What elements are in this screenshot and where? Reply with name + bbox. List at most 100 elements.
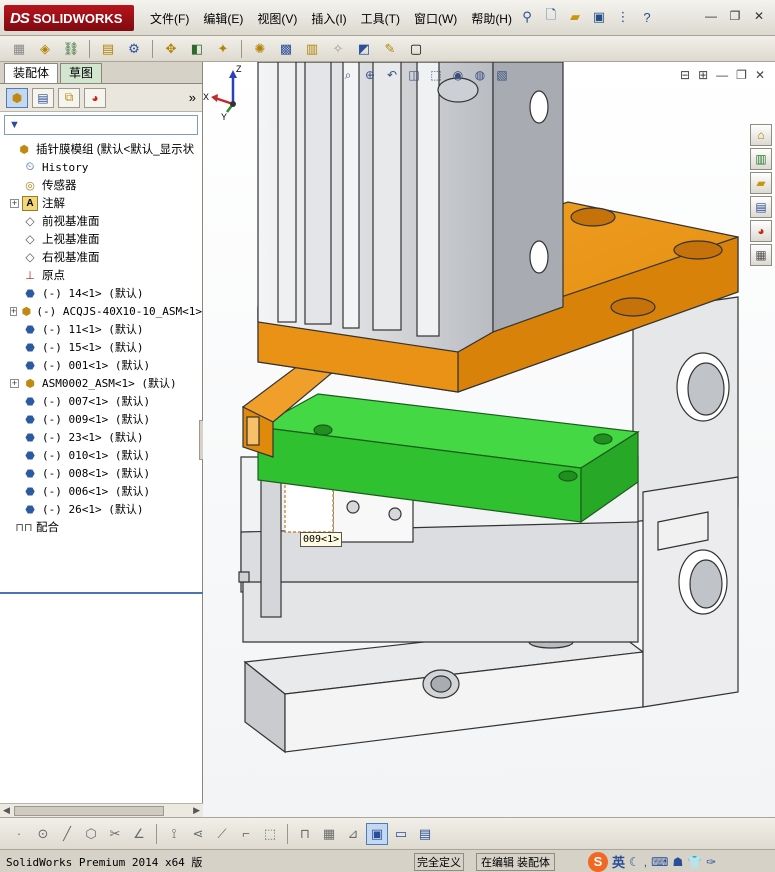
menu-file[interactable]: 文件(F) bbox=[150, 10, 189, 27]
options-icon[interactable]: ⋮ bbox=[614, 8, 632, 26]
tree-node[interactable]: ⬣ (-) 11<1> (默认) bbox=[0, 320, 202, 338]
previous-view-icon[interactable]: ↶ bbox=[383, 66, 401, 84]
single-view-icon[interactable]: ▭ bbox=[390, 823, 412, 845]
viewport-restore-icon[interactable]: ❐ bbox=[736, 68, 747, 82]
skin-icon[interactable]: 👕 bbox=[687, 855, 702, 869]
trim-icon[interactable]: ✂ bbox=[104, 823, 126, 845]
menu-edit[interactable]: 编辑(E) bbox=[203, 10, 243, 27]
smart-dimension-icon[interactable]: ⊓ bbox=[294, 823, 316, 845]
appearance-icon[interactable]: ◍ bbox=[471, 66, 489, 84]
tree-node[interactable]: + A 注解 bbox=[0, 194, 202, 212]
tree-node[interactable]: ◇ 上视基准面 bbox=[0, 230, 202, 248]
restore-icon[interactable]: ❐ bbox=[727, 8, 743, 24]
display-manager-icon[interactable]: ◕ bbox=[84, 87, 106, 108]
split-horizontal-icon[interactable]: ⊟ bbox=[680, 68, 690, 82]
angle-icon[interactable]: ∠ bbox=[128, 823, 150, 845]
tab-assembly[interactable]: 装配体 bbox=[4, 63, 59, 83]
tree-node[interactable]: + ⬢ (-) ACQJS-40X10-10_ASM<1> bbox=[0, 302, 202, 320]
rectangle-icon[interactable]: ⬚ bbox=[259, 823, 281, 845]
tree-node[interactable]: ◇ 右视基准面 bbox=[0, 248, 202, 266]
point-icon[interactable]: · bbox=[8, 823, 30, 845]
pin-icon[interactable]: ⚲ bbox=[518, 8, 536, 26]
tree-node[interactable]: ◎ 传感器 bbox=[0, 176, 202, 194]
line-icon[interactable]: ╱ bbox=[56, 823, 78, 845]
component-pattern-icon[interactable]: ▤ bbox=[97, 39, 119, 59]
custom-properties-icon[interactable]: ▦ bbox=[750, 244, 772, 266]
tree-node[interactable]: ◇ 前视基准面 bbox=[0, 212, 202, 230]
help-icon[interactable]: ? bbox=[638, 8, 656, 26]
solidworks-resources-icon[interactable]: ⌂ bbox=[750, 124, 772, 146]
tree-node[interactable]: ⬣ (-) 006<1> (默认) bbox=[0, 482, 202, 500]
new-document-icon[interactable]: 🗋 bbox=[542, 7, 560, 26]
split-vertical-icon[interactable]: ⊞ bbox=[698, 68, 708, 82]
menu-tools[interactable]: 工具(T) bbox=[361, 10, 400, 27]
tree-node[interactable]: ⊓⊓ 配合 bbox=[0, 518, 202, 536]
exploded-view-icon[interactable]: ✧ bbox=[327, 39, 349, 59]
circle-icon[interactable]: ⊙ bbox=[32, 823, 54, 845]
corner-icon[interactable]: ⌐ bbox=[235, 823, 257, 845]
show-hidden-icon[interactable]: ◧ bbox=[186, 39, 208, 59]
ime-language-toggle[interactable]: 英 bbox=[612, 852, 625, 871]
edit-component-icon[interactable]: ▦ bbox=[8, 39, 30, 59]
expand-toggle-icon[interactable]: + bbox=[10, 306, 18, 316]
user-icon[interactable]: ☗ bbox=[672, 855, 683, 869]
graphics-area[interactable]: ⌕ ⊕ ↶ ◫ ⬚ ◉ ◍ ▧ ⊟ ⊞ — ❐ ✕ ⌂ ▥ ▰ ▤ ◕ ▦ 00… bbox=[203, 62, 775, 817]
tree-node[interactable]: + ⬢ ASM0002_ASM<1> (默认) bbox=[0, 374, 202, 392]
menu-window[interactable]: 窗口(W) bbox=[414, 10, 457, 27]
multi-view-icon[interactable]: ▤ bbox=[414, 823, 436, 845]
tree-node[interactable]: ⊥ 原点 bbox=[0, 266, 202, 284]
tree-node[interactable]: ⬣ (-) 010<1> (默认) bbox=[0, 446, 202, 464]
scroll-left-icon[interactable]: ◀ bbox=[3, 805, 10, 816]
zoom-area-icon[interactable]: ⊕ bbox=[361, 66, 379, 84]
smart-fasteners-icon[interactable]: ⚙ bbox=[123, 39, 145, 59]
horizontal-scrollbar[interactable]: ◀ ▶ bbox=[0, 803, 203, 817]
design-library-icon[interactable]: ▥ bbox=[750, 148, 772, 170]
scroll-right-icon[interactable]: ▶ bbox=[193, 805, 200, 816]
instant3d-icon[interactable]: ✎ bbox=[379, 39, 401, 59]
section-view-icon[interactable]: ◫ bbox=[405, 66, 423, 84]
view-palette-icon[interactable]: ▤ bbox=[750, 196, 772, 218]
punctuation-icon[interactable]: , bbox=[644, 855, 647, 869]
solidworks-logo[interactable]: DS SOLIDWORKS bbox=[4, 5, 134, 31]
tree-node[interactable]: ⬣ (-) 007<1> (默认) bbox=[0, 392, 202, 410]
scrollbar-thumb[interactable] bbox=[14, 806, 164, 816]
interference-detection-icon[interactable]: ◩ bbox=[353, 39, 375, 59]
menu-view[interactable]: 视图(V) bbox=[257, 10, 297, 27]
file-explorer-icon[interactable]: ▰ bbox=[750, 172, 772, 194]
appearances-icon[interactable]: ◕ bbox=[750, 220, 772, 242]
minimize-icon[interactable]: — bbox=[703, 8, 719, 24]
tree-node[interactable]: ⬣ (-) 26<1> (默认) bbox=[0, 500, 202, 518]
tree-node[interactable]: ⬣ (-) 15<1> (默认) bbox=[0, 338, 202, 356]
reference-geometry-icon[interactable]: ✺ bbox=[249, 39, 271, 59]
convert-entities-icon[interactable]: ⟟ bbox=[163, 823, 185, 845]
snapshot-icon[interactable]: ▢ bbox=[405, 39, 427, 59]
close-icon[interactable]: ✕ bbox=[751, 8, 767, 24]
open-folder-icon[interactable]: ▰ bbox=[566, 8, 584, 26]
assembly-features-icon[interactable]: ✦ bbox=[212, 39, 234, 59]
keyboard-icon[interactable]: ⌨ bbox=[651, 855, 668, 869]
polygon-icon[interactable]: ⬡ bbox=[80, 823, 102, 845]
wrench-icon[interactable]: ✑ bbox=[706, 855, 716, 869]
tree-filter[interactable]: ▼ bbox=[4, 115, 198, 135]
viewport-close-icon[interactable]: ✕ bbox=[755, 68, 765, 82]
menu-insert[interactable]: 插入(I) bbox=[311, 10, 346, 27]
moon-icon[interactable]: ☾ bbox=[629, 855, 640, 869]
sogou-logo-icon[interactable]: S bbox=[588, 851, 608, 872]
menu-help[interactable]: 帮助(H) bbox=[471, 10, 512, 27]
expand-toggle-icon[interactable]: + bbox=[10, 378, 19, 388]
property-manager-icon[interactable]: ▤ bbox=[32, 87, 54, 108]
zoom-to-fit-icon[interactable]: ⌕ bbox=[339, 66, 357, 84]
offset-entities-icon[interactable]: ⋖ bbox=[187, 823, 209, 845]
tab-sketch[interactable]: 草图 bbox=[60, 63, 103, 83]
tree-node[interactable]: ⬣ (-) 009<1> (默认) bbox=[0, 410, 202, 428]
viewport-minimize-icon[interactable]: — bbox=[716, 68, 728, 82]
feature-manager-icon[interactable]: ⬢ bbox=[6, 87, 28, 108]
tree-node[interactable]: ⏲ History bbox=[0, 158, 202, 176]
bill-of-materials-icon[interactable]: ▥ bbox=[301, 39, 323, 59]
view-orientation-icon[interactable]: ⬚ bbox=[427, 66, 445, 84]
tree-node[interactable]: ⬢ 插针膜模组 (默认<默认_显示状 bbox=[0, 140, 202, 158]
panel-splitter[interactable] bbox=[0, 592, 203, 594]
mirror-icon[interactable]: ⟋ bbox=[211, 823, 233, 845]
move-component-icon[interactable]: ✥ bbox=[160, 39, 182, 59]
configuration-manager-icon[interactable]: ⧉ bbox=[58, 87, 80, 108]
